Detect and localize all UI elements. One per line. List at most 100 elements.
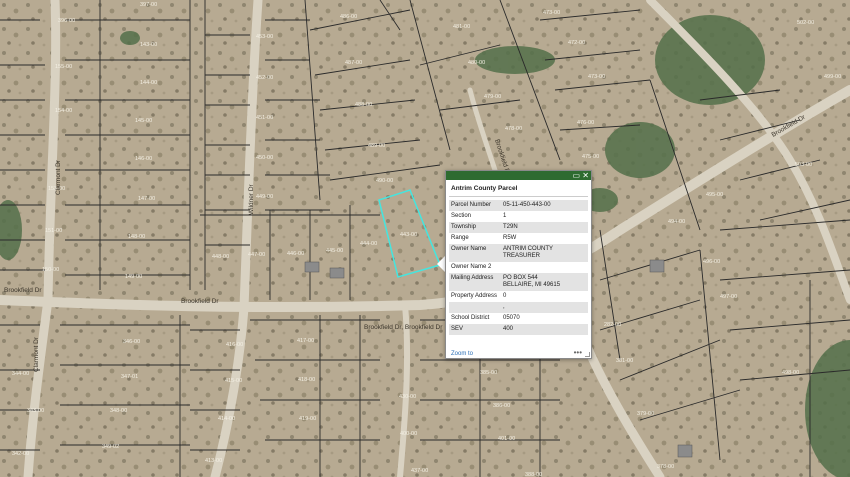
attribute-key: Township — [449, 222, 501, 233]
attribute-key: Section — [451, 213, 472, 219]
parcel-label: 400-00 — [400, 431, 417, 437]
attribute-row: Property Address 0 — [449, 291, 588, 302]
parcel-label: 148-00 — [128, 234, 145, 240]
parcel-label: 346-00 — [123, 339, 140, 345]
attribute-value: 0 — [503, 293, 507, 299]
parcel-label: 488-00 — [355, 102, 372, 108]
popup-footer: Zoom to ••• — [446, 348, 591, 358]
attribute-row: Parcel Number 05-11-450-443-00 — [449, 200, 588, 211]
attribute-key: Owner Name 2 — [451, 264, 492, 270]
parcel-label: 147-00 — [138, 196, 155, 202]
parcel-label: 502-00 — [797, 20, 814, 26]
parcel-label: 144-00 — [140, 80, 157, 86]
attribute-value — [501, 262, 588, 273]
parcel-label: 149-00 — [125, 274, 142, 280]
parcel-label: 415-00 — [225, 378, 242, 384]
attribute-value: T29N — [501, 222, 588, 233]
attribute-row: Owner Name 2 — [449, 262, 588, 273]
parcel-label: 475-00 — [582, 154, 599, 160]
resize-handle[interactable] — [585, 352, 590, 357]
parcel-label: 414-00 — [218, 416, 235, 422]
parcel-label: 443-00 — [400, 232, 417, 238]
attribute-key — [449, 302, 501, 313]
attribute-value: R5W — [503, 235, 517, 241]
parcel-label: 448-00 — [212, 254, 229, 260]
parcel-label: 381-00 — [616, 358, 633, 364]
restore-icon[interactable]: ▭ — [572, 171, 580, 180]
parcel-label: 348-00 — [110, 408, 127, 414]
parcel-label: 499-00 — [824, 74, 841, 80]
close-icon[interactable]: ✕ — [582, 171, 589, 180]
parcel-label: 503-00 — [795, 162, 812, 168]
parcel-label: 480-00 — [468, 60, 485, 66]
parcel-label: 379-00 — [637, 411, 654, 417]
parcel-label: 146-00 — [135, 156, 152, 162]
parcel-popup: ▭ ✕ Antrim County Parcel Parcel Number 05… — [445, 170, 592, 359]
road-label-wildner: Wildner Dr — [248, 183, 255, 215]
parcel-label: 489-00 — [368, 143, 385, 149]
parcel-label: 479-00 — [484, 94, 501, 100]
parcel-label: 445-00 — [326, 248, 343, 254]
parcel-label: 450-00 — [256, 155, 273, 161]
road-label-brookfield-junction: Brookfield Dr, Brookfield Dr — [364, 324, 443, 331]
parcel-label: 386-00 — [493, 403, 510, 409]
parcel-label: 401-00 — [498, 436, 515, 442]
popup-titlebar: ▭ ✕ — [446, 171, 591, 180]
attribute-row: Section 1 — [449, 211, 588, 222]
parcel-label: 342-00 — [12, 451, 29, 457]
more-options-icon[interactable]: ••• — [574, 349, 582, 357]
parcel-label: 449-00 — [256, 194, 273, 200]
attribute-key: Range — [451, 235, 469, 241]
parcel-label: 343-00 — [27, 408, 44, 414]
parcel-label: 481-00 — [453, 24, 470, 30]
parcel-label: 344-00 — [12, 371, 29, 377]
attribute-key: Owner Name — [449, 244, 501, 262]
popup-attributes[interactable]: Parcel Number 05-11-450-443-00 Section 1 Tow… — [446, 197, 591, 345]
attribute-key: Property Address — [451, 293, 498, 299]
parcel-label: 478-00 — [505, 126, 522, 132]
attribute-key: Parcel Number — [449, 200, 501, 211]
attribute-table: Parcel Number 05-11-450-443-00 Section 1 Tow… — [449, 200, 588, 335]
attribute-row: Township T29N — [449, 222, 588, 233]
parcel-label: 490-00 — [376, 178, 393, 184]
parcel-label: 487-00 — [345, 60, 362, 66]
attribute-value: 1 — [503, 213, 507, 219]
parcel-label: 150-00 — [42, 267, 59, 273]
parcel-label: 416-00 — [226, 342, 243, 348]
attribute-key: School District — [451, 315, 490, 321]
parcel-label: 496-00 — [703, 259, 720, 265]
parcel-label: 347-01 — [121, 374, 138, 380]
aerial-parcel-map[interactable]: 396-00 397-00 143-00 144-00 155-00 154-0… — [0, 0, 850, 477]
parcel-label: 473-00 — [588, 74, 605, 80]
road-label-clarmont-south: Clarmont Dr — [33, 336, 40, 372]
attribute-key: Mailing Address — [449, 273, 501, 291]
parcel-label: 446-00 — [287, 251, 304, 257]
parcel-label: 388-00 — [525, 472, 542, 477]
parcel-label: 447-00 — [248, 252, 265, 258]
parcel-label: 472-00 — [568, 40, 585, 46]
parcel-label: 417-00 — [297, 338, 314, 344]
parcel-label: 378-00 — [657, 464, 674, 470]
attribute-value: , — [501, 302, 588, 313]
parcel-label: 155-00 — [55, 64, 72, 70]
attribute-value: 05-11-450-443-00 — [501, 200, 588, 211]
attribute-value: 400 — [501, 324, 588, 335]
parcel-label: 498-00 — [782, 370, 799, 376]
parcel-label: 396-00 — [58, 18, 75, 24]
road-label-brookfield: Brookfield Dr — [181, 298, 219, 305]
zoom-to-link[interactable]: Zoom to — [451, 351, 473, 357]
parcel-label: 419-00 — [299, 416, 316, 422]
parcel-label: 451-00 — [256, 115, 273, 121]
parcel-label: 497-00 — [720, 294, 737, 300]
attribute-row: Range R5W — [449, 233, 588, 244]
attribute-row: , — [449, 302, 588, 313]
parcel-label: 430-00 — [399, 394, 416, 400]
parcel-label: 486-00 — [340, 14, 357, 20]
parcel-label: 444-00 — [360, 241, 377, 247]
parcel-label: 282-00 — [604, 322, 621, 328]
parcel-label: 494-00 — [668, 219, 685, 225]
parcel-label: 349-02 — [102, 444, 119, 450]
parcel-label: 473-00 — [543, 10, 560, 16]
parcel-label: 453-00 — [256, 34, 273, 40]
parcel-label: 418-00 — [298, 377, 315, 383]
